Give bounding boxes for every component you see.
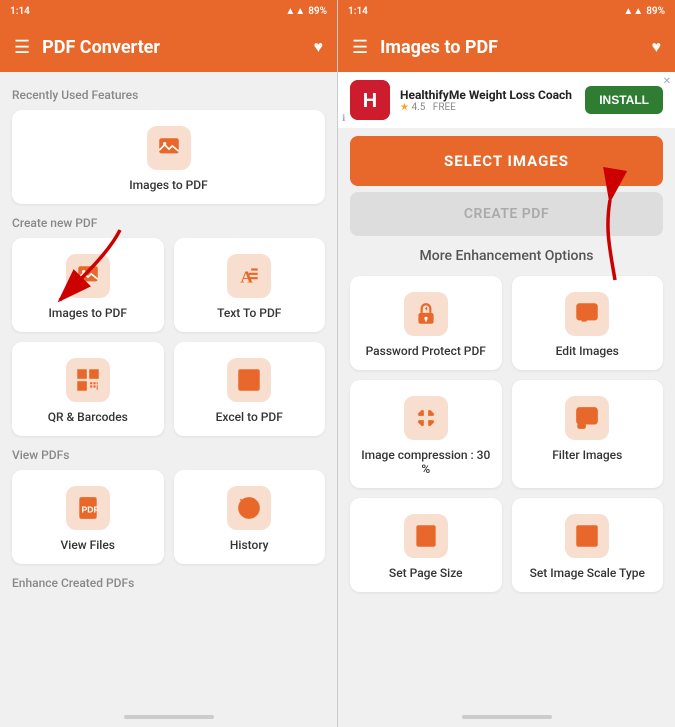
left-time: 1:14 <box>10 6 30 17</box>
right-app-title: Images to PDF <box>380 37 639 58</box>
left-status-icons: ▲▲ 89% <box>285 6 327 17</box>
favorite-icon[interactable]: ♥ <box>314 37 324 57</box>
right-time: 1:14 <box>348 6 368 17</box>
images-to-pdf-recent-label: Images to PDF <box>129 178 207 192</box>
right-home-bar <box>338 707 675 727</box>
right-status-icons: ▲▲ 89% <box>623 6 665 17</box>
card-text-to-pdf[interactable]: A Text To PDF <box>174 238 326 332</box>
recently-used-grid: Images to PDF <box>12 110 325 204</box>
card-history[interactable]: History <box>174 470 326 564</box>
left-phone: 1:14 ▲▲ 89% ☰ PDF Converter ♥ Recently U… <box>0 0 337 727</box>
battery-icon: 89% <box>308 6 327 17</box>
right-battery-icon: 89% <box>646 6 665 17</box>
svg-text:PDF: PDF <box>81 504 98 514</box>
card-view-files[interactable]: PDF View Files <box>12 470 164 564</box>
section-enhance-label: Enhance Created PDFs <box>12 576 325 590</box>
section-view-pdfs-label: View PDFs <box>12 448 325 462</box>
svg-text:H: H <box>363 90 377 112</box>
right-phone: 1:14 ▲▲ 89% ☰ Images to PDF ♥ H Healthif… <box>338 0 675 727</box>
ad-stars: ★ <box>400 102 409 113</box>
edit-images-label: Edit Images <box>556 344 619 358</box>
ad-banner: H HealthifyMe Weight Loss Coach ★ 4.5 FR… <box>338 72 675 128</box>
qr-barcodes-label: QR & Barcodes <box>48 410 128 424</box>
left-top-bar: ☰ PDF Converter ♥ <box>0 22 337 72</box>
create-pdf-grid: Images to PDF A Text To PDF <box>12 238 325 436</box>
ad-app-icon: H <box>350 80 390 120</box>
image-compression-icon <box>404 396 448 440</box>
install-button[interactable]: INSTALL <box>585 86 663 114</box>
images-to-pdf-recent-icon <box>147 126 191 170</box>
images-to-pdf-icon <box>66 254 110 298</box>
set-image-scale-type-label: Set Image Scale Type <box>530 566 645 580</box>
section-recently-used-label: Recently Used Features <box>12 88 325 102</box>
left-screen-content: Recently Used Features Images to PDF Cre… <box>0 72 337 707</box>
ad-close-button[interactable]: ✕ <box>663 76 671 87</box>
card-set-image-scale-type[interactable]: Set Image Scale Type <box>512 498 664 592</box>
text-to-pdf-label: Text To PDF <box>217 306 281 320</box>
left-home-bar-line <box>124 715 214 719</box>
create-pdf-button[interactable]: CREATE PDF <box>350 192 663 236</box>
right-screen-content: H HealthifyMe Weight Loss Coach ★ 4.5 FR… <box>338 72 675 707</box>
right-home-bar-line <box>462 715 552 719</box>
view-pdfs-grid: PDF View Files History <box>12 470 325 564</box>
right-status-bar: 1:14 ▲▲ 89% <box>338 0 675 22</box>
left-app-title: PDF Converter <box>42 37 301 58</box>
left-status-bar: 1:14 ▲▲ 89% <box>0 0 337 22</box>
view-files-icon: PDF <box>66 486 110 530</box>
card-images-to-pdf[interactable]: Images to PDF <box>12 238 164 332</box>
set-page-size-label: Set Page Size <box>389 566 463 580</box>
right-favorite-icon[interactable]: ♥ <box>652 37 662 57</box>
right-wifi-icon: ▲▲ <box>623 6 643 17</box>
card-edit-images[interactable]: Edit Images <box>512 276 664 370</box>
set-page-size-icon <box>404 514 448 558</box>
view-files-label: View Files <box>61 538 115 552</box>
password-protect-label: Password Protect PDF <box>366 344 486 358</box>
filter-images-icon <box>565 396 609 440</box>
card-images-to-pdf-recent[interactable]: Images to PDF <box>12 110 325 204</box>
right-top-bar: ☰ Images to PDF ♥ <box>338 22 675 72</box>
card-excel-to-pdf[interactable]: Excel to PDF <box>174 342 326 436</box>
card-qr-barcodes[interactable]: QR & Barcodes <box>12 342 164 436</box>
ad-app-name: HealthifyMe Weight Loss Coach <box>400 88 575 102</box>
edit-images-icon <box>565 292 609 336</box>
ad-info: HealthifyMe Weight Loss Coach ★ 4.5 FREE <box>400 88 575 113</box>
wifi-icon: ▲▲ <box>285 6 305 17</box>
left-home-bar <box>0 707 337 727</box>
card-set-page-size[interactable]: Set Page Size <box>350 498 502 592</box>
ad-rating: ★ 4.5 FREE <box>400 102 575 113</box>
text-to-pdf-icon: A <box>227 254 271 298</box>
card-image-compression[interactable]: Image compression : 30 % <box>350 380 502 488</box>
enhancement-title: More Enhancement Options <box>350 248 663 264</box>
card-filter-images[interactable]: Filter Images <box>512 380 664 488</box>
excel-to-pdf-label: Excel to PDF <box>216 410 283 424</box>
history-icon <box>227 486 271 530</box>
ad-info-icon[interactable]: ℹ <box>342 114 345 124</box>
card-password-protect[interactable]: Password Protect PDF <box>350 276 502 370</box>
set-image-scale-type-icon <box>565 514 609 558</box>
excel-to-pdf-icon <box>227 358 271 402</box>
section-create-pdf-label: Create new PDF <box>12 216 325 230</box>
images-to-pdf-label: Images to PDF <box>49 306 127 320</box>
password-protect-icon <box>404 292 448 336</box>
qr-barcodes-icon <box>66 358 110 402</box>
right-hamburger-icon[interactable]: ☰ <box>352 37 368 58</box>
hamburger-icon[interactable]: ☰ <box>14 37 30 58</box>
enhancement-grid: Password Protect PDF Edit Images <box>338 276 675 604</box>
image-compression-label: Image compression : 30 % <box>360 448 492 476</box>
history-label: History <box>230 538 269 552</box>
filter-images-label: Filter Images <box>552 448 622 462</box>
select-images-button[interactable]: SELECT IMAGES <box>350 136 663 186</box>
